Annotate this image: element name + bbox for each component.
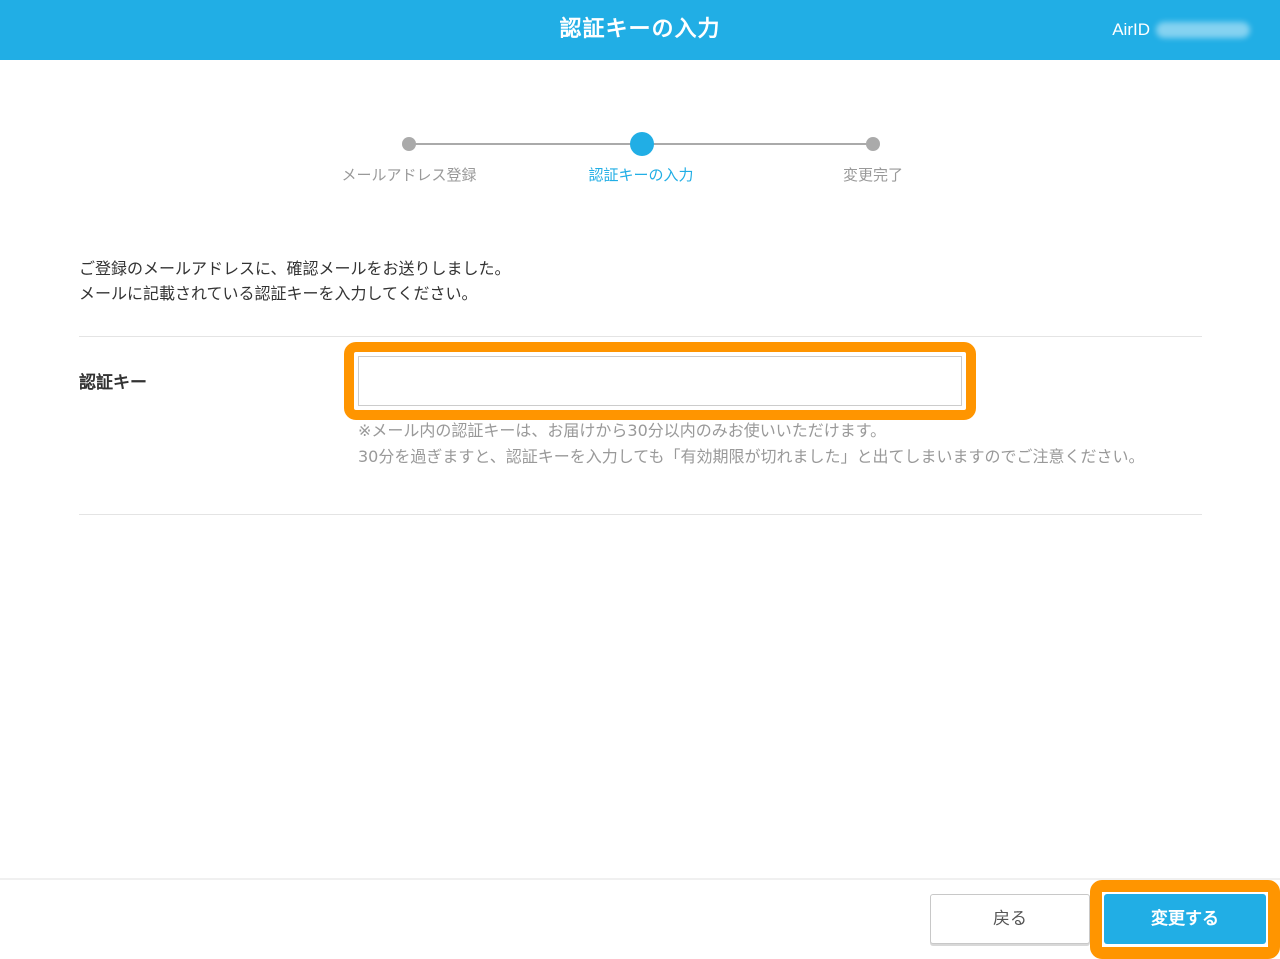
step-label-complete: 変更完了 [842,166,903,184]
step-dot-2 [630,132,654,156]
step-dot-3 [866,137,880,151]
app-header: 認証キーの入力 AirID [0,0,1280,60]
form-divider-bottom [79,514,1202,515]
intro-message: ご登録のメールアドレスに、確認メールをお送りしました。 メールに記載されている認… [79,256,511,306]
intro-line-2: メールに記載されている認証キーを入力してください。 [79,284,478,303]
form-divider-top [79,336,1202,337]
submit-change-button[interactable]: 変更する [1104,894,1266,944]
user-account: AirID [1112,0,1250,60]
auth-key-label: 認証キー [79,373,147,393]
step-connector-2 [641,143,873,145]
note-line-1: ※メール内の認証キーは、お届けから30分以内のみお使いいただけます。 [358,421,887,440]
footer-divider [0,878,1280,880]
redacted-user-id [1156,22,1250,38]
intro-line-1: ご登録のメールアドレスに、確認メールをお送りしました。 [79,259,511,278]
step-connector-1 [409,143,641,145]
step-dot-1 [402,137,416,151]
page-title: 認証キーの入力 [559,17,721,42]
step-label-email: メールアドレス登録 [341,166,477,184]
auth-key-input[interactable] [358,356,962,406]
auth-key-note: ※メール内の認証キーは、お届けから30分以内のみお使いいただけます。 30分を過… [358,418,1208,470]
back-button[interactable]: 戻る [930,894,1090,944]
step-label-auth-key: 認証キーの入力 [588,166,694,184]
airid-label: AirID [1112,20,1150,39]
note-line-2: 30分を過ぎますと、認証キーを入力しても「有効期限が切れました」と出てしまいます… [358,447,1145,466]
